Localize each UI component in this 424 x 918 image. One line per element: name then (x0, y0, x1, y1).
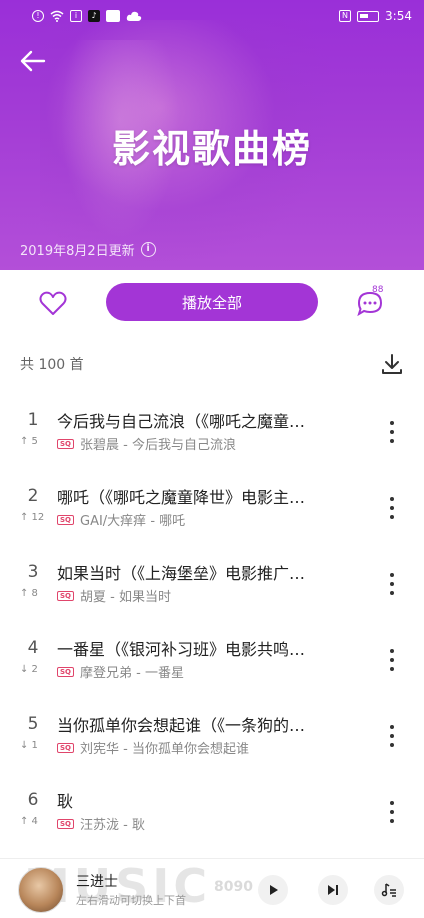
update-date-row: 2019年8月2日更新 i (20, 240, 156, 259)
song-title: 如果当时（《上海堡垒》电影推广… (57, 564, 306, 583)
song-rank: 2 (27, 486, 39, 506)
app-icon (106, 10, 120, 22)
play-all-button[interactable]: 播放全部 (106, 283, 318, 321)
song-row[interactable]: 2 ↑ 12 哪吒（《哪吒之魔童降世》电影主… SQ GAI/大痒痒 - 哪吒 (0, 476, 424, 550)
wifi-icon (50, 10, 64, 22)
song-subtitle: SQ 张碧晨 - 今后我与自己流浪 (57, 434, 236, 453)
sq-badge: SQ (57, 438, 74, 449)
battery-icon (357, 10, 380, 22)
song-row[interactable]: 4 ↓ 2 一番星（《银河补习班》电影共鸣… SQ 摩登兄弟 - 一番星 (0, 628, 424, 702)
song-rank: 4 (27, 638, 39, 658)
skip-next-icon (328, 885, 338, 895)
rank-change: ↑ 5 (20, 436, 38, 447)
playlist-button[interactable] (374, 875, 404, 905)
status-left-icons: ! i ♪ (32, 10, 142, 22)
play-icon (270, 885, 278, 895)
artist-song: 摩登兄弟 - 一番星 (80, 666, 184, 681)
info-square-icon: i (70, 10, 82, 22)
song-subtitle: SQ GAI/大痒痒 - 哪吒 (57, 510, 185, 529)
rank-change: ↑ 4 (20, 816, 38, 827)
song-subtitle: SQ 汪苏泷 - 耿 (57, 814, 145, 833)
more-options-icon[interactable] (384, 646, 400, 674)
artist-song: GAI/大痒痒 - 哪吒 (80, 514, 186, 529)
rank-change: ↓ 1 (20, 740, 38, 751)
artist-song: 汪苏泷 - 耿 (80, 818, 145, 833)
favorite-heart-icon[interactable] (38, 288, 68, 318)
swipe-hint: 左右滑动可切换上下首 (76, 894, 186, 907)
now-playing-title: 三进士 (76, 874, 118, 890)
song-row[interactable]: 3 ↑ 8 如果当时（《上海堡垒》电影推广… SQ 胡夏 - 如果当时 (0, 552, 424, 626)
mini-player[interactable]: MUSIC 8090 三进士 左右滑动可切换上下首 (0, 858, 424, 918)
sq-badge: SQ (57, 590, 74, 601)
song-title: 当你孤单你会想起谁（《一条狗的… (57, 716, 306, 735)
song-row[interactable]: 6 ↑ 4 耿 SQ 汪苏泷 - 耿 (0, 780, 424, 854)
rank-change: ↓ 2 (20, 664, 38, 675)
more-options-icon[interactable] (384, 494, 400, 522)
more-options-icon[interactable] (384, 722, 400, 750)
play-button[interactable] (258, 875, 288, 905)
song-title: 今后我与自己流浪（《哪吒之魔童… (57, 412, 306, 431)
status-right-icons: N 3:54 (339, 9, 412, 23)
sq-badge: SQ (57, 666, 74, 677)
artist-song: 刘宪华 - 当你孤单你会想起谁 (80, 742, 249, 757)
cloud-icon (126, 11, 142, 21)
watermark-site: 8090 (214, 879, 253, 895)
status-time: 3:54 (385, 9, 412, 23)
info-icon[interactable]: i (140, 242, 156, 257)
alert-icon: ! (32, 10, 44, 22)
song-subtitle: SQ 胡夏 - 如果当时 (57, 586, 171, 605)
update-date: 2019年8月2日更新 (20, 244, 135, 259)
song-row[interactable]: 1 ↑ 5 今后我与自己流浪（《哪吒之魔童… SQ 张碧晨 - 今后我与自己流浪 (0, 400, 424, 474)
track-count: 共 100 首 (20, 357, 84, 373)
more-options-icon[interactable] (384, 418, 400, 446)
sq-badge: SQ (57, 818, 74, 829)
song-rank: 5 (27, 714, 39, 734)
song-title: 一番星（《银河补习班》电影共鸣… (57, 640, 306, 659)
artist-song: 张碧晨 - 今后我与自己流浪 (80, 438, 236, 453)
track-count-row: 共 100 首 (0, 340, 424, 388)
rank-change: ↑ 12 (20, 512, 45, 523)
artist-song: 胡夏 - 如果当时 (80, 590, 171, 605)
chart-banner: ! i ♪ N 3:54 影视歌曲榜 2019年8月2日更新 i (0, 0, 424, 270)
song-subtitle: SQ 摩登兄弟 - 一番星 (57, 662, 184, 681)
song-rank: 6 (27, 790, 39, 810)
album-cover[interactable] (18, 867, 64, 913)
action-row: 播放全部 88 (0, 270, 424, 338)
song-title: 哪吒（《哪吒之魔童降世》电影主… (57, 488, 306, 507)
status-bar: ! i ♪ N 3:54 (0, 0, 424, 32)
more-options-icon[interactable] (384, 570, 400, 598)
next-button[interactable] (318, 875, 348, 905)
tiktok-icon: ♪ (88, 10, 100, 22)
sq-badge: SQ (57, 742, 74, 753)
song-subtitle: SQ 刘宪华 - 当你孤单你会想起谁 (57, 738, 249, 757)
sq-badge: SQ (57, 514, 74, 525)
more-options-icon[interactable] (384, 798, 400, 826)
comment-count: 88 (372, 285, 384, 295)
chart-title: 影视歌曲榜 (111, 127, 312, 171)
playlist-icon (381, 883, 396, 897)
back-arrow-icon[interactable] (16, 44, 50, 78)
download-icon[interactable] (380, 352, 404, 376)
song-title: 耿 (57, 792, 74, 811)
song-rank: 3 (27, 562, 39, 582)
song-rank: 1 (27, 410, 39, 430)
nfc-icon: N (339, 10, 352, 22)
song-row[interactable]: 5 ↓ 1 当你孤单你会想起谁（《一条狗的… SQ 刘宪华 - 当你孤单你会想起… (0, 704, 424, 778)
rank-change: ↑ 8 (20, 588, 38, 599)
